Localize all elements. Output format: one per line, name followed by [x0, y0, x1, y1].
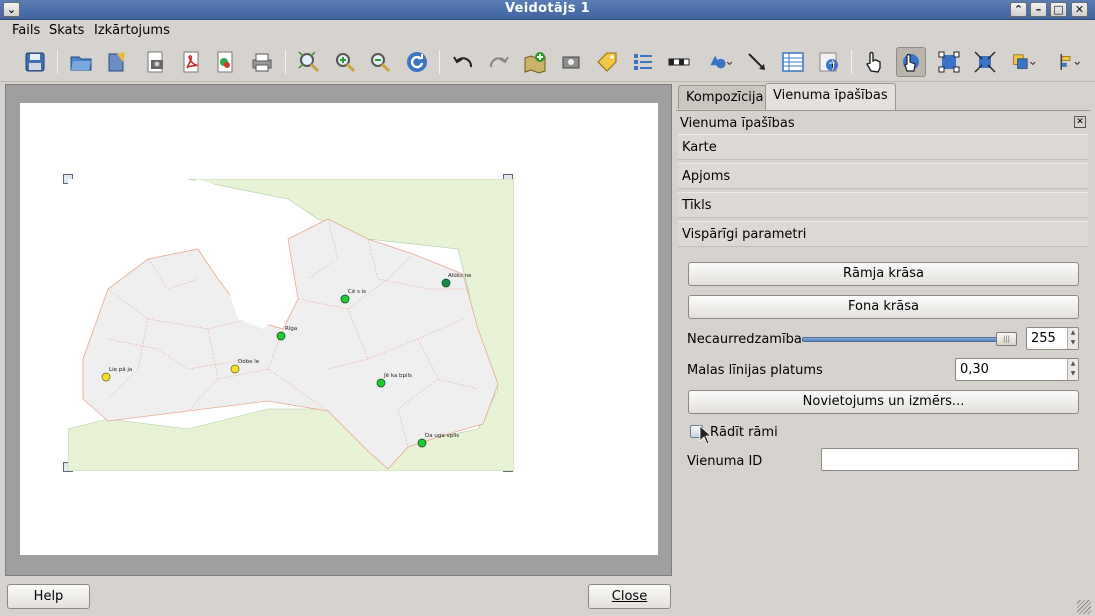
- open-template-icon[interactable]: [66, 47, 96, 77]
- opacity-value: 255: [1031, 331, 1056, 346]
- city-marker-dobele: [230, 364, 240, 374]
- refresh-icon[interactable]: [402, 47, 432, 77]
- undo-icon[interactable]: [448, 47, 478, 77]
- zoom-out-icon[interactable]: [365, 47, 395, 77]
- minimize-icon[interactable]: –: [1030, 2, 1047, 17]
- align-items-icon[interactable]: [1052, 47, 1088, 77]
- city-marker-jekabpils: [376, 378, 386, 388]
- city-marker-riga: [276, 331, 286, 341]
- zoom-in-icon[interactable]: [330, 47, 360, 77]
- export-pdf-icon[interactable]: [176, 47, 206, 77]
- redo-icon[interactable]: [484, 47, 514, 77]
- add-shape-icon[interactable]: [702, 47, 738, 77]
- opacity-slider-track[interactable]: [802, 337, 1014, 342]
- panel-header: Vienuma īpašības: [680, 116, 795, 131]
- maximize-icon[interactable]: □: [1050, 2, 1067, 17]
- menu-file[interactable]: Fails: [12, 23, 40, 38]
- item-id-label: Vienuma ID: [687, 454, 763, 469]
- show-frame-label: Rādīt rāmi: [710, 425, 778, 440]
- ungroup-items-icon[interactable]: [970, 47, 1000, 77]
- city-label-daugavpils: Da uga vpils: [425, 433, 459, 439]
- add-html-icon[interactable]: [814, 47, 844, 77]
- outline-width-spinbox[interactable]: 0,30 ▲ ▼: [955, 358, 1079, 381]
- add-table-icon[interactable]: [778, 47, 808, 77]
- map-item[interactable]: Alūks ne Cē s is Rīga Dobe le Lie pā ja …: [68, 179, 514, 471]
- city-marker-aluksne: [441, 278, 451, 288]
- save-icon[interactable]: [20, 47, 50, 77]
- resize-grip-icon[interactable]: [1077, 600, 1091, 614]
- item-properties-body: Vienuma īpašības ✕ Karte Apjoms Tīkls Vi…: [676, 110, 1090, 576]
- opacity-label: Necaurredzamība: [687, 332, 802, 347]
- background-color-button[interactable]: Fona krāsa: [688, 295, 1079, 319]
- shade-icon[interactable]: ⌃: [1010, 2, 1027, 17]
- help-button[interactable]: Help: [7, 584, 90, 609]
- add-image-icon[interactable]: [556, 47, 586, 77]
- section-map[interactable]: Karte: [678, 134, 1088, 160]
- save-template-icon[interactable]: [102, 47, 132, 77]
- city-label-dobele: Dobe le: [238, 359, 260, 365]
- outline-width-spin-arrows[interactable]: ▲ ▼: [1067, 359, 1078, 380]
- title-bar: ⌄ Veidotājs 1 ⌃ – □ ✕: [0, 0, 1095, 20]
- position-size-button[interactable]: Novietojums un izmērs...: [688, 390, 1079, 414]
- window-title: Veidotājs 1: [505, 1, 590, 16]
- add-label-icon[interactable]: [592, 47, 622, 77]
- outline-width-value: 0,30: [960, 362, 989, 377]
- select-move-item-icon[interactable]: [860, 47, 890, 77]
- section-grid[interactable]: Tīkls: [678, 192, 1088, 218]
- city-marker-liepaja: [101, 372, 111, 382]
- tab-composition[interactable]: Kompozīcija: [678, 85, 772, 109]
- menu-view[interactable]: Skats: [49, 23, 84, 38]
- close-panel-icon[interactable]: ✕: [1074, 116, 1086, 128]
- menu-layout[interactable]: Izkārtojums: [94, 23, 170, 38]
- city-marker-daugavpils: [417, 438, 427, 448]
- city-marker-cesis: [340, 294, 350, 304]
- move-content-icon[interactable]: [896, 47, 926, 77]
- section-general[interactable]: Vispārīgi parametri: [678, 221, 1088, 247]
- add-map-icon[interactable]: [520, 47, 550, 77]
- add-scalebar-icon[interactable]: [664, 47, 694, 77]
- opacity-spinbox[interactable]: 255 ▲ ▼: [1026, 327, 1079, 350]
- city-label-cesis: Cē s is: [348, 289, 366, 295]
- zoom-full-icon[interactable]: [294, 47, 324, 77]
- section-extent[interactable]: Apjoms: [678, 163, 1088, 189]
- city-label-riga: Rīga: [285, 326, 297, 332]
- paper-page[interactable]: Alūks ne Cē s is Rīga Dobe le Lie pā ja …: [20, 103, 658, 555]
- city-label-aluksne: Alūks ne: [448, 273, 472, 279]
- menu-bar: Fails Skats Izkārtojums: [0, 20, 1095, 42]
- group-items-icon[interactable]: [934, 47, 964, 77]
- outline-width-label: Malas līnijas platums: [687, 363, 823, 378]
- tab-item-properties[interactable]: Vienuma īpašības: [765, 83, 896, 110]
- opacity-slider-handle[interactable]: |||: [996, 332, 1017, 346]
- city-label-liepaja: Lie pā ja: [109, 367, 132, 373]
- add-legend-icon[interactable]: [628, 47, 658, 77]
- opacity-spin-arrows[interactable]: ▲ ▼: [1067, 328, 1078, 349]
- properties-panel: Kompozīcija Vienuma īpašības Vienuma īpa…: [676, 83, 1090, 576]
- add-arrow-icon[interactable]: [742, 47, 772, 77]
- print-icon[interactable]: [247, 47, 277, 77]
- toolbar: [0, 42, 1095, 82]
- frame-color-button[interactable]: Rāmja krāsa: [688, 262, 1079, 286]
- close-button[interactable]: Close: [588, 584, 671, 609]
- export-image-icon[interactable]: [140, 47, 170, 77]
- city-label-jekabpils: Jē ka bpils: [383, 373, 412, 379]
- close-window-icon[interactable]: ✕: [1071, 2, 1088, 17]
- item-id-input[interactable]: [821, 448, 1079, 471]
- raise-items-icon[interactable]: [1006, 47, 1042, 77]
- composer-canvas[interactable]: Alūks ne Cē s is Rīga Dobe le Lie pā ja …: [5, 84, 672, 576]
- export-svg-icon[interactable]: [210, 47, 240, 77]
